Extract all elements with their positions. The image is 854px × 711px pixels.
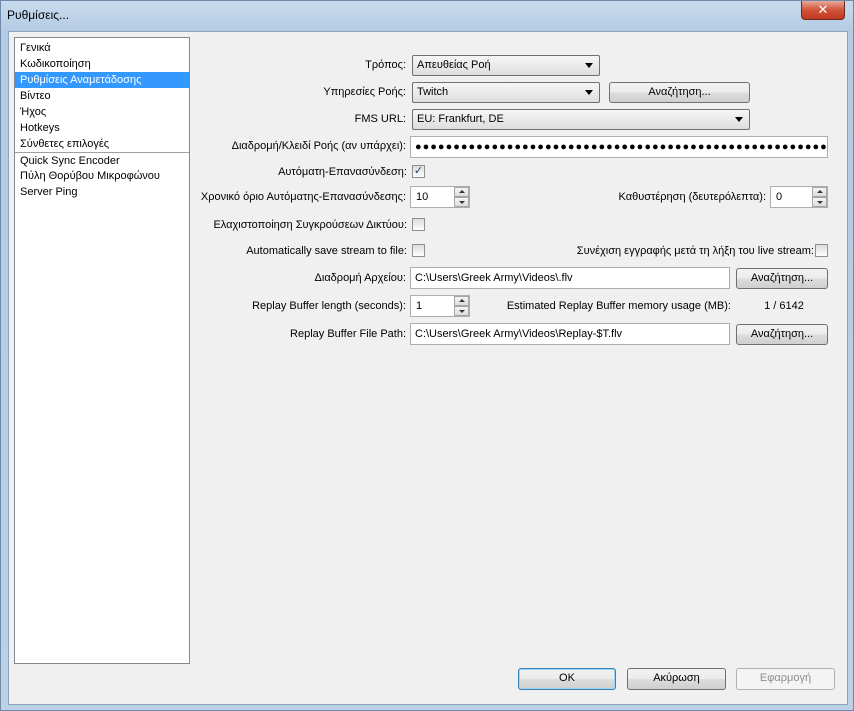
spin-up-icon[interactable] <box>812 187 827 197</box>
ok-button[interactable]: OK <box>518 668 616 690</box>
continue-recording-label: Συνέχιση εγγραφής μετά τη λήξη του live … <box>576 245 814 257</box>
auto-save-checkbox[interactable] <box>412 244 425 257</box>
spin-up-icon[interactable] <box>454 187 469 197</box>
continue-recording-checkbox[interactable] <box>815 244 828 257</box>
replay-path-browse-button[interactable]: Αναζήτηση... <box>736 324 828 345</box>
reconnect-timeout-value: 10 <box>416 191 429 203</box>
title-bar: Ρυθμίσεις... ✕ <box>1 1 853 29</box>
replay-length-label: Replay Buffer length (seconds): <box>252 300 406 312</box>
delay-value: 0 <box>776 191 783 203</box>
reconnect-timeout-spinner[interactable]: 10 <box>410 186 470 208</box>
file-path-label: Διαδρομή Αρχείου: <box>314 272 406 284</box>
replay-path-input[interactable]: C:\Users\Greek Army\Videos\Replay-$T.flv <box>410 323 730 345</box>
apply-button[interactable]: Εφαρμογή <box>736 668 835 690</box>
settings-window: Ρυθμίσεις... ✕ Γενικά Κωδικοποίηση Ρυθμίσε… <box>0 0 854 711</box>
dialog-client-area: Γενικά Κωδικοποίηση Ρυθμίσεις Αναμετάδοσης… <box>8 31 848 705</box>
nav-item[interactable]: Ρυθμίσεις Αναμετάδοσης <box>15 72 189 88</box>
nav-item[interactable]: Ήχος <box>15 104 189 120</box>
settings-category-list: Γενικά Κωδικοποίηση Ρυθμίσεις Αναμετάδοσης… <box>14 37 190 664</box>
replay-length-value: 1 <box>416 300 423 312</box>
replay-length-spinner[interactable]: 1 <box>410 295 470 317</box>
spin-down-icon[interactable] <box>812 197 827 207</box>
nav-item[interactable]: Γενικά <box>15 40 189 56</box>
mode-value: Απευθείας Ροή <box>417 59 491 71</box>
stream-key-input[interactable]: ●●●●●●●●●●●●●●●●●●●●●●●●●●●●●●●●●●●●●●●●… <box>410 136 828 158</box>
chevron-down-icon <box>585 90 593 95</box>
reconnect-timeout-label: Χρονικό όριο Αυτόματης-Επανασύνδεσης: <box>200 191 406 203</box>
file-path-input[interactable]: C:\Users\Greek Army\Videos\.flv <box>410 267 730 289</box>
cancel-button[interactable]: Ακύρωση <box>627 668 726 690</box>
minimize-congestion-checkbox[interactable] <box>412 218 425 231</box>
fms-url-label: FMS URL: <box>354 113 406 125</box>
service-search-button[interactable]: Αναζήτηση... <box>609 82 750 103</box>
spin-up-icon[interactable] <box>454 296 469 306</box>
nav-item[interactable]: Quick Sync Encoder <box>15 152 189 168</box>
nav-item[interactable]: Hotkeys <box>15 120 189 136</box>
fms-url-dropdown[interactable]: EU: Frankfurt, DE <box>412 109 750 130</box>
service-dropdown[interactable]: Twitch <box>412 82 600 103</box>
minimize-congestion-label: Ελαχιστοποίηση Συγκρούσεων Δικτύου: <box>213 219 407 231</box>
auto-reconnect-label: Αυτόματη-Επανασύνδεση: <box>278 166 407 178</box>
nav-item[interactable]: Κωδικοποίηση <box>15 56 189 72</box>
service-value: Twitch <box>417 86 449 98</box>
fms-url-value: EU: Frankfurt, DE <box>417 113 504 125</box>
nav-item[interactable]: Server Ping <box>15 184 189 200</box>
close-button[interactable]: ✕ <box>801 1 845 20</box>
auto-reconnect-checkbox[interactable]: ✓ <box>412 165 425 178</box>
mode-label: Τρόπος: <box>365 59 406 71</box>
stream-key-label: Διαδρομή/Κλειδί Ροής (αν υπάρχει): <box>231 140 406 152</box>
mode-dropdown[interactable]: Απευθείας Ροή <box>412 55 600 76</box>
chevron-down-icon <box>585 63 593 68</box>
spin-down-icon[interactable] <box>454 197 469 207</box>
replay-memory-label: Estimated Replay Buffer memory usage (MB… <box>506 300 731 312</box>
nav-item[interactable]: Σύνθετες επιλογές <box>15 136 189 152</box>
file-path-browse-button[interactable]: Αναζήτηση... <box>736 268 828 289</box>
chevron-down-icon <box>735 117 743 122</box>
nav-item[interactable]: Πύλη Θορύβου Μικροφώνου <box>15 168 189 184</box>
nav-item[interactable]: Βίντεο <box>15 88 189 104</box>
service-label: Υπηρεσίες Ροής: <box>323 86 406 98</box>
replay-memory-value: 1 / 6142 <box>736 295 828 317</box>
delay-label: Καθυστέρηση (δευτερόλεπτα): <box>618 191 766 203</box>
spin-down-icon[interactable] <box>454 306 469 316</box>
auto-save-label: Automatically save stream to file: <box>246 245 407 257</box>
delay-spinner[interactable]: 0 <box>770 186 828 208</box>
window-title: Ρυθμίσεις... <box>7 8 70 22</box>
replay-path-label: Replay Buffer File Path: <box>290 328 406 340</box>
